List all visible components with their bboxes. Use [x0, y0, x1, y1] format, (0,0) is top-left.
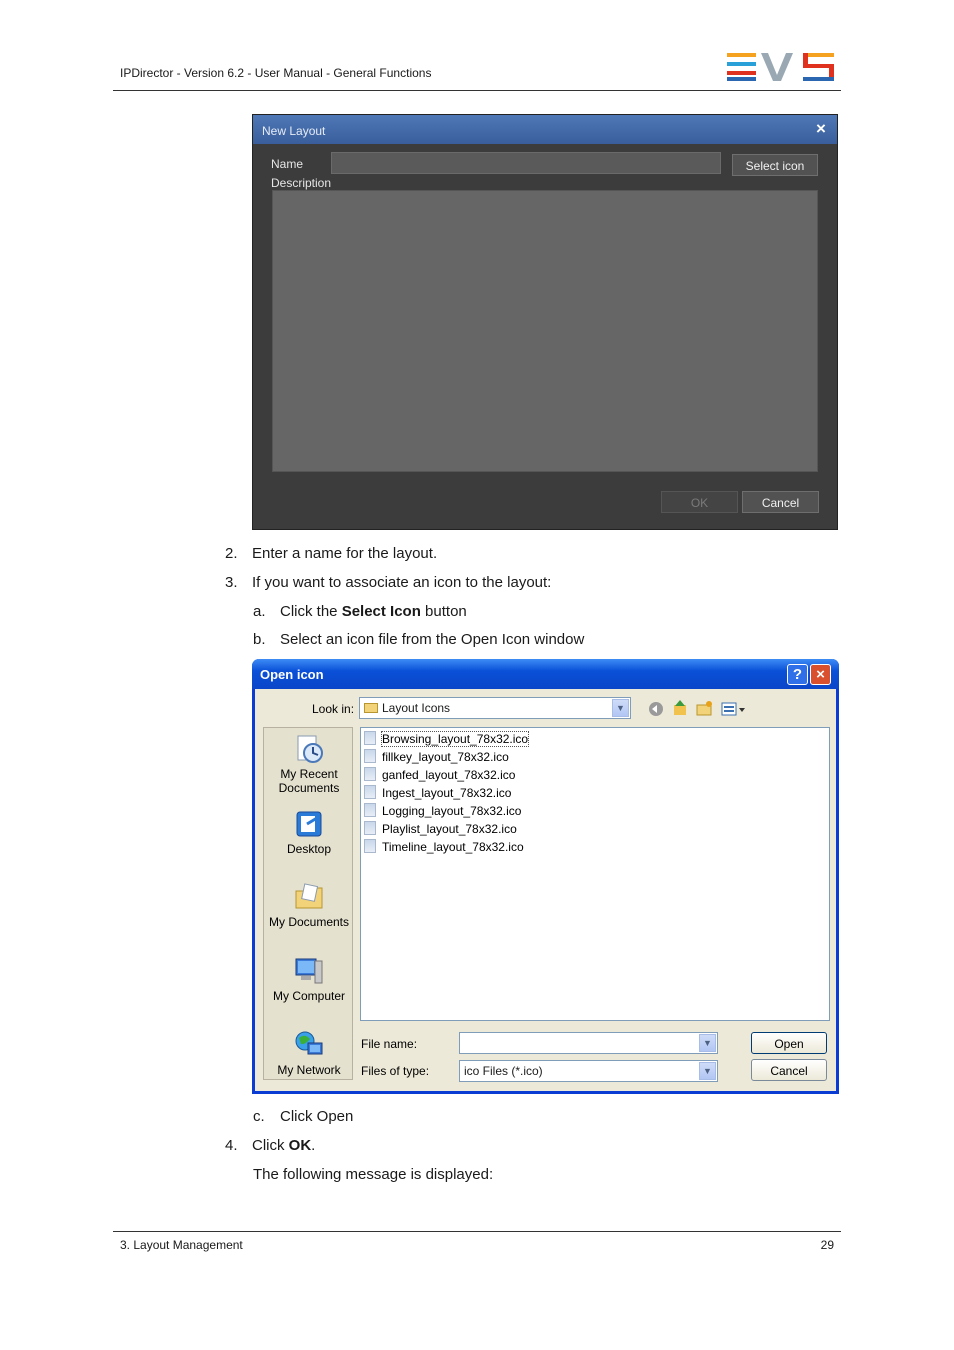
- description-label: Description: [271, 176, 332, 190]
- help-icon[interactable]: ?: [787, 664, 808, 685]
- footer-rule: [113, 1231, 841, 1232]
- chevron-down-icon[interactable]: ▼: [699, 1034, 716, 1052]
- file-list: Browsing_layout_78x32.ico fillkey_layout…: [360, 727, 830, 1021]
- new-folder-icon[interactable]: [696, 701, 712, 716]
- file-name-combo[interactable]: ▼: [459, 1032, 718, 1054]
- file-icon: [364, 839, 376, 853]
- open-icon-titlebar: Open icon ? ×: [252, 659, 839, 689]
- evs-logo: [727, 53, 834, 81]
- file-icon: [364, 767, 376, 781]
- desktop-icon: [296, 811, 322, 837]
- file-item[interactable]: ganfed_layout_78x32.ico: [364, 766, 528, 784]
- file-type-combo[interactable]: ico Files (*.ico) ▼: [459, 1060, 718, 1082]
- my-network-icon: [295, 1031, 323, 1055]
- header-rule: [113, 90, 841, 91]
- message-intro: The following message is displayed:: [253, 1166, 494, 1183]
- file-type-label: Files of type:: [361, 1064, 430, 1078]
- place-my-recent-documents[interactable]: My Recent Documents: [264, 733, 354, 795]
- place-my-computer[interactable]: My Computer: [264, 955, 354, 1003]
- ok-button[interactable]: OK: [661, 491, 738, 513]
- file-item[interactable]: Browsing_layout_78x32.ico: [364, 730, 530, 748]
- close-icon[interactable]: ×: [810, 664, 831, 685]
- file-icon: [364, 785, 376, 799]
- up-folder-icon[interactable]: [674, 700, 686, 715]
- file-rows: Browsing_layout_78x32.ico fillkey_layout…: [364, 730, 530, 856]
- file-item[interactable]: Logging_layout_78x32.ico: [364, 802, 528, 820]
- file-icon: [364, 749, 376, 763]
- nav-toolbar: [649, 700, 745, 716]
- footer-section: 3. Layout Management: [120, 1238, 243, 1252]
- places-bar: My Recent Documents Desktop My Documents…: [263, 727, 353, 1080]
- look-in-label: Look in:: [312, 702, 355, 716]
- cancel-button[interactable]: Cancel: [742, 491, 819, 513]
- close-icon[interactable]: ×: [816, 119, 826, 139]
- my-documents-icon: [295, 883, 323, 909]
- cancel-button[interactable]: Cancel: [751, 1059, 827, 1081]
- chevron-down-icon[interactable]: ▼: [612, 699, 629, 717]
- description-textarea[interactable]: [272, 190, 818, 472]
- new-layout-title: New Layout: [262, 124, 326, 138]
- place-desktop[interactable]: Desktop: [264, 808, 354, 856]
- new-layout-dialog: New Layout × Name Select icon Descriptio…: [252, 114, 838, 530]
- place-my-network[interactable]: My Network: [264, 1029, 354, 1077]
- file-item[interactable]: Playlist_layout_78x32.ico: [364, 820, 528, 838]
- look-in-combo[interactable]: Layout Icons ▼: [359, 697, 631, 719]
- place-my-documents[interactable]: My Documents: [264, 881, 354, 929]
- file-icon: [364, 731, 376, 745]
- new-layout-titlebar: New Layout ×: [253, 115, 837, 144]
- recent-documents-icon: [297, 735, 323, 763]
- back-icon[interactable]: [649, 702, 663, 716]
- chevron-down-icon[interactable]: ▼: [699, 1062, 716, 1080]
- my-computer-icon: [295, 958, 323, 984]
- open-icon-title: Open icon: [260, 667, 324, 682]
- name-label: Name: [271, 157, 304, 171]
- header-title: IPDirector - Version 6.2 - User Manual -…: [120, 66, 432, 80]
- file-item[interactable]: fillkey_layout_78x32.ico: [364, 748, 528, 766]
- open-icon-dialog: Open icon ? × Look in: Layout Icons ▼ My…: [252, 659, 839, 1094]
- name-input[interactable]: [331, 152, 721, 174]
- select-icon-button[interactable]: Select icon: [732, 154, 818, 176]
- folder-icon: [364, 703, 378, 713]
- file-item[interactable]: Ingest_layout_78x32.ico: [364, 784, 528, 802]
- page-number: 29: [820, 1238, 834, 1252]
- open-button[interactable]: Open: [751, 1032, 827, 1054]
- file-icon: [364, 803, 376, 817]
- file-name-label: File name:: [361, 1037, 418, 1051]
- view-menu-icon[interactable]: [721, 702, 745, 716]
- file-icon: [364, 821, 376, 835]
- file-item[interactable]: Timeline_layout_78x32.ico: [364, 838, 528, 856]
